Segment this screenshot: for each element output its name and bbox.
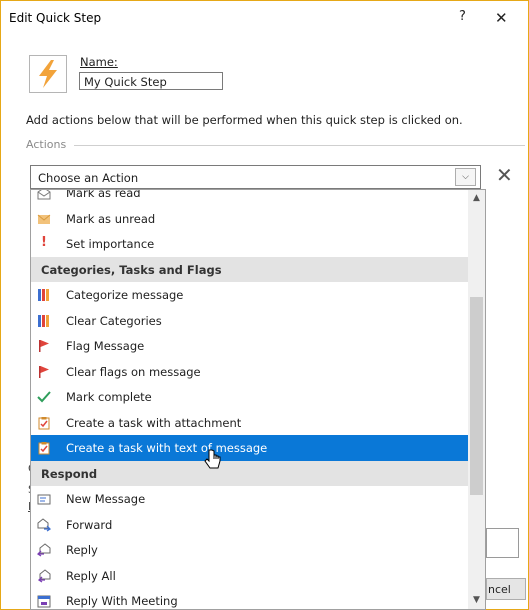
lightning-bolt-icon — [39, 60, 57, 88]
help-button[interactable]: ? — [459, 9, 466, 24]
list-item-mark-complete[interactable]: Mark complete — [31, 384, 468, 410]
envelope-open-icon — [37, 190, 51, 200]
scroll-up-arrow-icon[interactable]: ▲ — [468, 190, 485, 207]
chevron-down-icon[interactable]: ⌵ — [455, 168, 476, 186]
new-message-icon — [37, 494, 51, 505]
dropdown-scrollbar[interactable]: ▲ ▼ — [468, 190, 485, 609]
name-label: Name: — [80, 55, 118, 69]
instruction-text: Add actions below that will be performed… — [26, 113, 463, 127]
list-item-set-importance[interactable]: ! Set importance — [31, 231, 468, 257]
obscured-text-field[interactable] — [486, 528, 519, 558]
actions-divider — [74, 145, 525, 146]
list-item-reply[interactable]: Reply — [31, 537, 468, 563]
reply-all-icon — [37, 568, 51, 583]
reply-meeting-icon — [37, 595, 51, 608]
name-input[interactable]: My Quick Step — [79, 72, 223, 90]
list-item-create-task-text[interactable]: Create a task with text of message — [31, 435, 468, 461]
forward-icon — [37, 517, 51, 532]
task-clipboard-icon — [38, 442, 50, 455]
list-item-categorize-message[interactable]: Categorize message — [31, 282, 468, 308]
task-clipboard-icon — [38, 416, 50, 429]
list-item-flag-message[interactable]: Flag Message — [31, 333, 468, 359]
group-header-respond: Respond — [31, 460, 468, 486]
list-item-create-task-attachment[interactable]: Create a task with attachment — [31, 410, 468, 436]
checkmark-icon — [37, 391, 51, 403]
reply-icon — [37, 543, 51, 557]
cancel-button[interactable]: ncel — [486, 578, 526, 600]
list-item-mark-as-read[interactable]: Mark as read — [31, 190, 468, 206]
actions-section-label: Actions — [26, 138, 67, 151]
group-header-categories: Categories, Tasks and Flags — [31, 256, 468, 282]
remove-action-icon[interactable]: ✕ — [496, 163, 513, 187]
red-flag-icon — [39, 340, 49, 352]
list-item-reply-with-meeting[interactable]: Reply With Meeting — [31, 588, 468, 609]
list-item-forward[interactable]: Forward — [31, 512, 468, 538]
actions-dropdown-list[interactable]: Mark as read Mark as unread ! Set import… — [30, 189, 486, 610]
list-item-mark-as-unread[interactable]: Mark as unread — [31, 206, 468, 232]
red-flag-icon — [39, 365, 49, 378]
list-item-reply-all[interactable]: Reply All — [31, 563, 468, 589]
list-item-clear-categories[interactable]: Clear Categories — [31, 308, 468, 334]
dialog-title: Edit Quick Step — [9, 11, 102, 25]
choose-action-combobox[interactable]: Choose an Action ⌵ — [30, 165, 481, 189]
exclamation-icon: ! — [41, 235, 47, 250]
scroll-down-arrow-icon[interactable]: ▼ — [468, 592, 485, 609]
list-item-clear-flags[interactable]: Clear flags on message — [31, 359, 468, 385]
category-grid-icon — [38, 289, 49, 301]
list-item-new-message[interactable]: New Message — [31, 486, 468, 512]
envelope-icon — [37, 214, 51, 224]
combo-value: Choose an Action — [38, 171, 139, 185]
title-bar: Edit Quick Step ? ✕ — [0, 0, 527, 36]
close-button[interactable]: ✕ — [495, 9, 508, 27]
scroll-thumb[interactable] — [470, 297, 483, 495]
hand-cursor-icon — [204, 449, 221, 469]
quick-step-icon-button[interactable] — [29, 55, 67, 93]
category-grid-icon — [38, 314, 49, 327]
